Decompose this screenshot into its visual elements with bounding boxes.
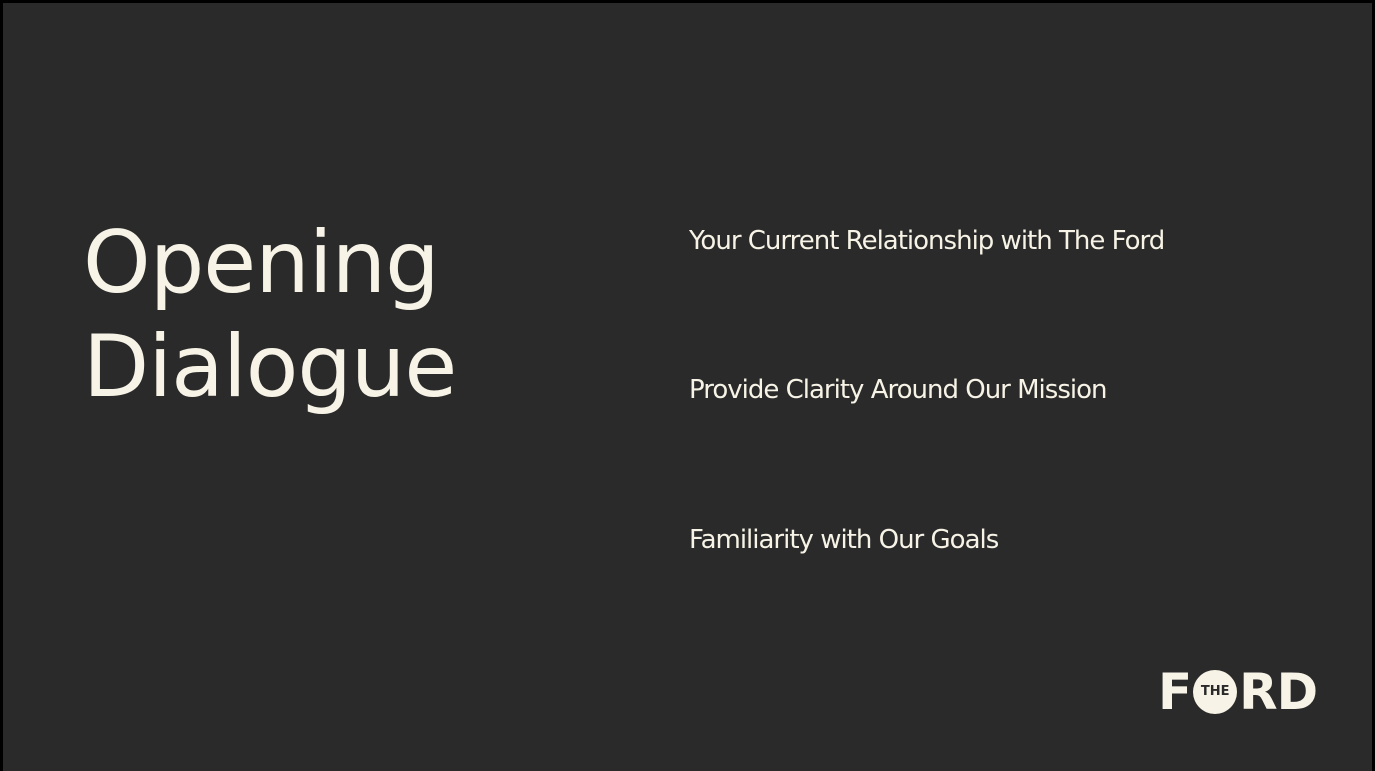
logo-letter-f: F	[1158, 663, 1192, 721]
topic-item-goals: Familiarity with Our Goals	[689, 525, 999, 555]
topic-item-relationship: Your Current Relationship with The Ford	[689, 226, 1165, 256]
title-line-1: Opening	[83, 213, 440, 313]
the-ford-logo: F THE RD	[1158, 663, 1318, 721]
logo-letters-rd: RD	[1239, 663, 1318, 721]
logo-circle-text: THE	[1200, 684, 1230, 699]
title-line-2: Dialogue	[83, 317, 457, 417]
topic-item-mission: Provide Clarity Around Our Mission	[689, 375, 1107, 405]
slide: Opening Dialogue Your Current Relationsh…	[0, 0, 1375, 771]
logo-circle-icon: THE	[1193, 670, 1238, 714]
slide-title: Opening Dialogue	[83, 211, 457, 419]
